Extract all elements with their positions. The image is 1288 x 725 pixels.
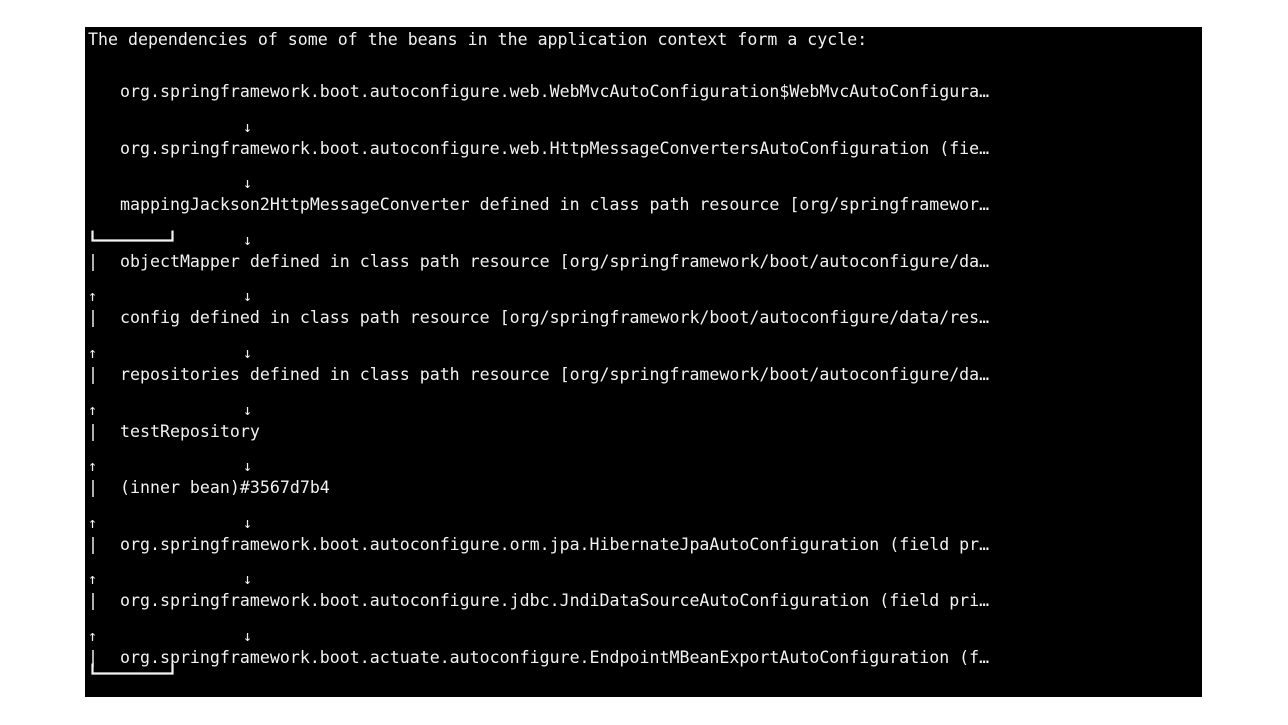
console-bean-line-0: org.springframework.boot.autoconfigure.w… (120, 82, 990, 101)
console-bean-line-9: org.springframework.boot.autoconfigure.j… (120, 591, 990, 611)
console-bean-line-3: objectMapper defined in class path resou… (120, 251, 990, 271)
console-bean-line-2: mappingJackson2HttpMessageConverter defi… (120, 195, 990, 215)
console-header-line: The dependencies of some of the beans in… (88, 30, 868, 49)
console-bean-line-10: org.springframework.boot.actuate.autocon… (120, 648, 990, 667)
console-bean-line-5: repositories defined in class path resou… (120, 365, 990, 384)
console-bean-line-8: org.springframework.boot.autoconfigure.o… (120, 534, 990, 554)
console-bean-line-7: (inner bean)#3567d7b4 (120, 478, 330, 498)
console-bean-line-1: org.springframework.boot.autoconfigure.w… (120, 138, 990, 158)
console-bean-line-6: testRepository (120, 421, 260, 441)
console-output-panel: The dependencies of some of the beans in… (85, 27, 1202, 697)
console-bean-line-4: config defined in class path resource [o… (120, 308, 990, 328)
